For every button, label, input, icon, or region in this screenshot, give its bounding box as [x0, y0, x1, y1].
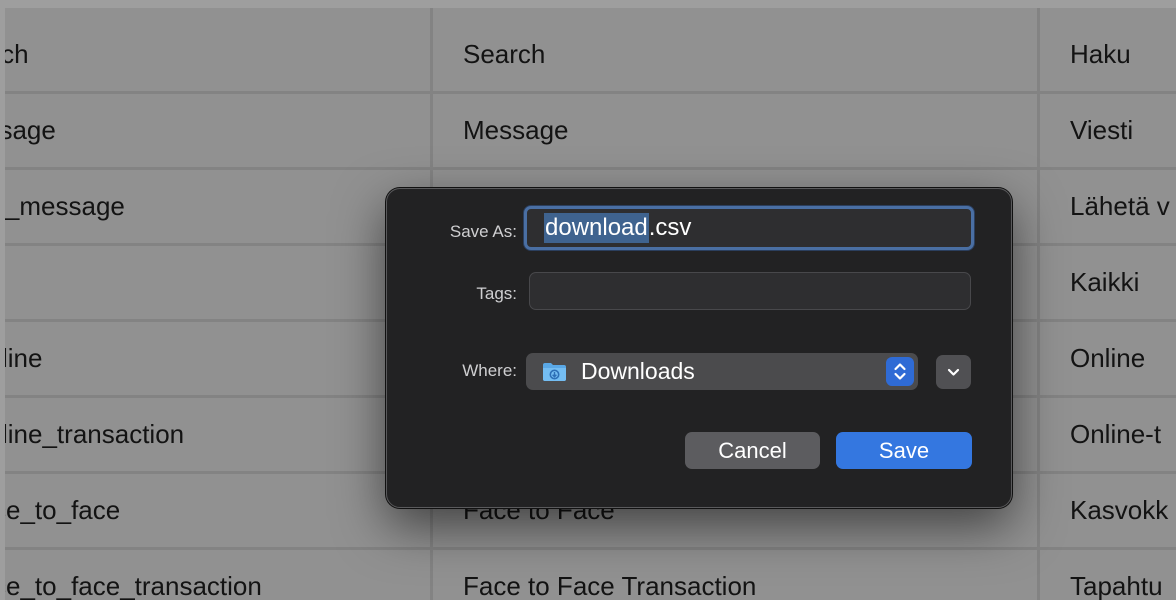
where-label: Where: [462, 361, 517, 380]
filename-input[interactable]: download .csv [524, 206, 974, 250]
where-location-value: Downloads [581, 358, 695, 384]
chevron-down-icon [947, 368, 960, 376]
save-as-label: Save As: [449, 222, 517, 241]
up-down-stepper-icon[interactable] [886, 357, 914, 386]
save-button[interactable]: Save [836, 432, 972, 469]
filename-selected-text: download [544, 213, 649, 243]
filename-extension-text: .csv [648, 214, 692, 241]
expand-dialog-button[interactable] [936, 355, 971, 389]
save-dialog: Save As: download .csv Tags: Where: Downl… [386, 188, 1012, 508]
cancel-button[interactable]: Cancel [685, 432, 820, 469]
tags-label: Tags: [476, 284, 517, 303]
tags-input[interactable] [529, 272, 971, 310]
where-location-popup[interactable]: Downloads [526, 353, 918, 390]
downloads-folder-icon [543, 363, 566, 381]
